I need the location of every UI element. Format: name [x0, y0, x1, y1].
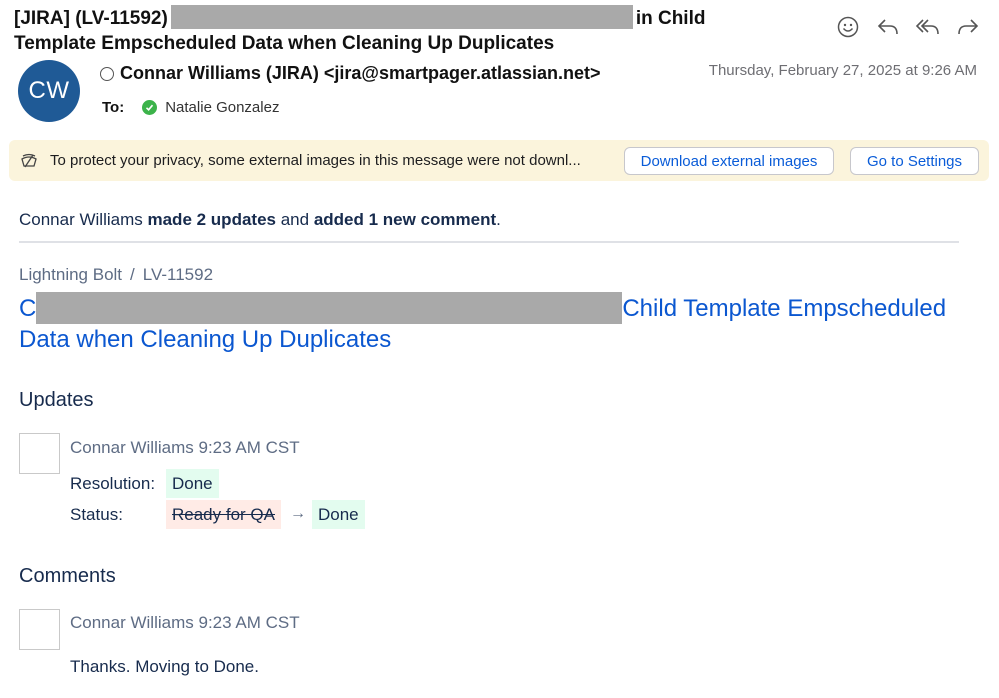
- comment-author-avatar: [19, 609, 60, 650]
- issue-title-visible: Child Template Empscheduled: [622, 295, 947, 322]
- breadcrumb-issue-key[interactable]: LV-11592: [143, 265, 213, 285]
- update-author-avatar: [19, 433, 60, 474]
- update-summary: Connar Williams made 2 updates and added…: [19, 210, 501, 230]
- download-external-images-button[interactable]: Download external images: [624, 147, 834, 175]
- verified-check-icon: [142, 100, 158, 115]
- privacy-banner: To protect your privacy, some external i…: [9, 140, 989, 181]
- unread-circle-icon: [100, 66, 114, 81]
- resolution-value: Done: [166, 469, 219, 498]
- recipient-name[interactable]: Natalie Gonzalez: [165, 99, 279, 116]
- status-arrow: →: [290, 505, 306, 522]
- divider: [19, 241, 959, 243]
- summary-mid: and: [280, 210, 310, 229]
- resolution-label: Resolution:: [70, 474, 156, 493]
- reply-icon[interactable]: [875, 14, 901, 40]
- status-label: Status:: [70, 505, 123, 524]
- breadcrumb-project[interactable]: Lightning Bolt: [19, 265, 122, 285]
- reply-all-icon[interactable]: [915, 14, 941, 40]
- blocked-images-icon: [19, 151, 39, 171]
- update-author-name: Connar Williams: [70, 438, 194, 457]
- message-actions: [835, 14, 981, 40]
- privacy-message: To protect your privacy, some external i…: [50, 152, 581, 169]
- smiley-icon[interactable]: [835, 14, 861, 40]
- summary-actor: Connar Williams: [19, 210, 143, 229]
- recipient-line: To: Natalie Gonzalez: [102, 99, 279, 116]
- update-author: Connar Williams 9:23 AM CST: [70, 438, 300, 458]
- comment-time: 9:23 AM CST: [198, 613, 300, 632]
- issue-title-line2: Data when Cleaning Up Duplicates: [19, 326, 392, 353]
- redaction-block: [170, 5, 633, 29]
- summary-updates: made 2 updates: [147, 210, 276, 229]
- status-new-value: Done: [312, 500, 365, 529]
- sender-line[interactable]: Connar Williams (JIRA) <jira@smartpager.…: [100, 63, 601, 84]
- status-old-value: Ready for QA: [166, 500, 281, 529]
- subject-part2: in Child: [635, 8, 706, 29]
- summary-comments: added 1 new comment: [313, 210, 497, 229]
- go-to-settings-button[interactable]: Go to Settings: [850, 147, 979, 175]
- subject-line2: Template Empscheduled Data when Cleaning…: [14, 33, 555, 54]
- update-time: 9:23 AM CST: [198, 438, 300, 457]
- comment-text: Thanks. Moving to Done.: [70, 657, 259, 676]
- updates-heading: Updates: [19, 389, 94, 411]
- sender-display: Connar Williams (JIRA) <jira@smartpager.…: [120, 63, 601, 83]
- issue-title-link[interactable]: C Child Template Empscheduled Data when C…: [19, 292, 959, 355]
- comments-heading: Comments: [19, 565, 116, 587]
- comment-author: Connar Williams 9:23 AM CST: [70, 613, 300, 633]
- breadcrumb-separator: /: [130, 265, 135, 284]
- message-date: Thursday, February 27, 2025 at 9:26 AM: [708, 62, 977, 79]
- summary-end: .: [496, 210, 501, 229]
- issue-title-lead: C: [19, 295, 37, 322]
- forward-icon[interactable]: [955, 14, 981, 40]
- sender-avatar: CW: [18, 60, 80, 122]
- email-subject: [JIRA] (LV-11592) in Child Template Empsc…: [14, 5, 814, 56]
- subject-part1: [JIRA] (LV-11592): [14, 8, 168, 29]
- breadcrumb: Lightning Bolt / LV-11592: [19, 265, 213, 285]
- to-label: To:: [102, 99, 125, 116]
- comment-author-name: Connar Williams: [70, 613, 194, 632]
- redaction-block: [36, 292, 623, 324]
